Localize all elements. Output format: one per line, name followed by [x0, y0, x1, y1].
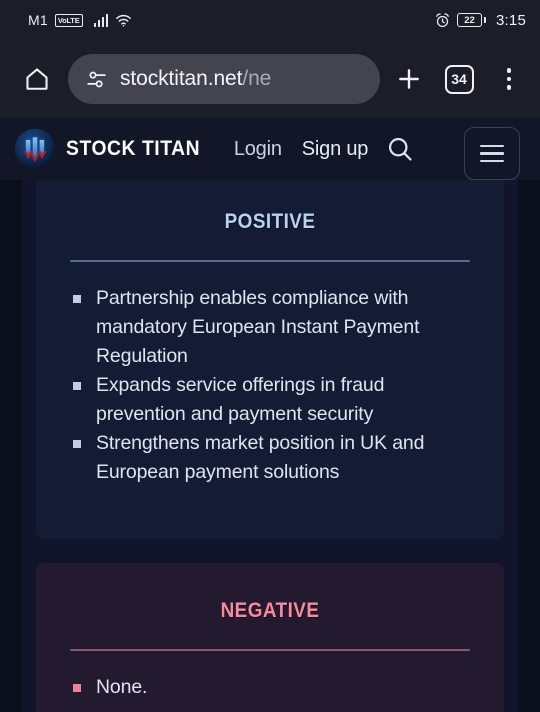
new-tab-button[interactable]	[388, 58, 430, 100]
brand-link[interactable]: STOCK TITAN	[14, 128, 212, 170]
list-item: Expands service offerings in fraud preve…	[70, 371, 478, 429]
negative-divider	[70, 649, 470, 651]
negative-title: Negative	[220, 591, 320, 624]
positive-title: Positive	[224, 202, 316, 235]
page-content: Positive Partnership enables compliance …	[0, 180, 540, 712]
status-bar-left: M1 VoLTE	[28, 12, 132, 28]
phone-screen: M1 VoLTE 22 3:15 stocktitan.net/ne 34 ST…	[0, 0, 540, 712]
carrier-label: M1	[28, 12, 48, 28]
battery-cap	[483, 17, 486, 23]
stock-titan-logo-icon	[14, 128, 56, 170]
signup-link[interactable]: Sign up	[302, 138, 369, 161]
list-item: Strengthens market position in UK and Eu…	[70, 429, 478, 487]
browser-toolbar: stocktitan.net/ne 34	[0, 40, 540, 118]
status-bar-right: 22 3:15	[435, 12, 526, 29]
hamburger-menu-button[interactable]	[464, 127, 520, 180]
content-container: Positive Partnership enables compliance …	[22, 180, 518, 712]
list-item: Partnership enables compliance with mand…	[70, 284, 478, 371]
alarm-clock-icon	[435, 12, 450, 28]
list-item: None.	[70, 673, 478, 702]
tab-count-label: 34	[444, 64, 474, 94]
negative-bullet-list: None.	[36, 673, 504, 702]
signal-bars-icon	[93, 13, 109, 27]
search-button[interactable]	[384, 133, 416, 165]
url-text[interactable]: stocktitan.net/ne	[120, 67, 271, 91]
negative-card: Negative None.	[36, 563, 504, 712]
login-link[interactable]: Login	[234, 138, 282, 161]
browser-menu-button[interactable]	[488, 58, 530, 100]
brand-name: STOCK TITAN	[66, 137, 201, 160]
status-bar-clock: 3:15	[496, 11, 526, 29]
url-path: /ne	[242, 67, 272, 90]
search-icon	[389, 137, 412, 161]
battery-level-label: 22	[457, 13, 482, 27]
android-status-bar: M1 VoLTE 22 3:15	[0, 0, 540, 40]
home-button[interactable]	[16, 58, 58, 100]
positive-bullet-list: Partnership enables compliance with mand…	[36, 284, 504, 487]
kebab-menu-icon	[506, 68, 512, 90]
volte-badge: VoLTE	[54, 13, 83, 27]
wifi-icon	[115, 13, 132, 27]
hamburger-menu-icon	[480, 144, 504, 148]
positive-divider	[70, 260, 470, 262]
tune-icon[interactable]	[86, 69, 107, 90]
battery-indicator: 22	[457, 13, 486, 27]
positive-card: Positive Partnership enables compliance …	[36, 180, 504, 539]
plus-icon	[399, 69, 419, 89]
header-nav: Login Sign up	[234, 138, 369, 161]
tab-switcher-button[interactable]: 34	[438, 58, 480, 100]
home-icon	[26, 68, 48, 90]
site-header: STOCK TITAN Login Sign up	[0, 118, 540, 180]
url-bar[interactable]: stocktitan.net/ne	[68, 54, 380, 104]
url-host: stocktitan.net	[120, 67, 243, 90]
